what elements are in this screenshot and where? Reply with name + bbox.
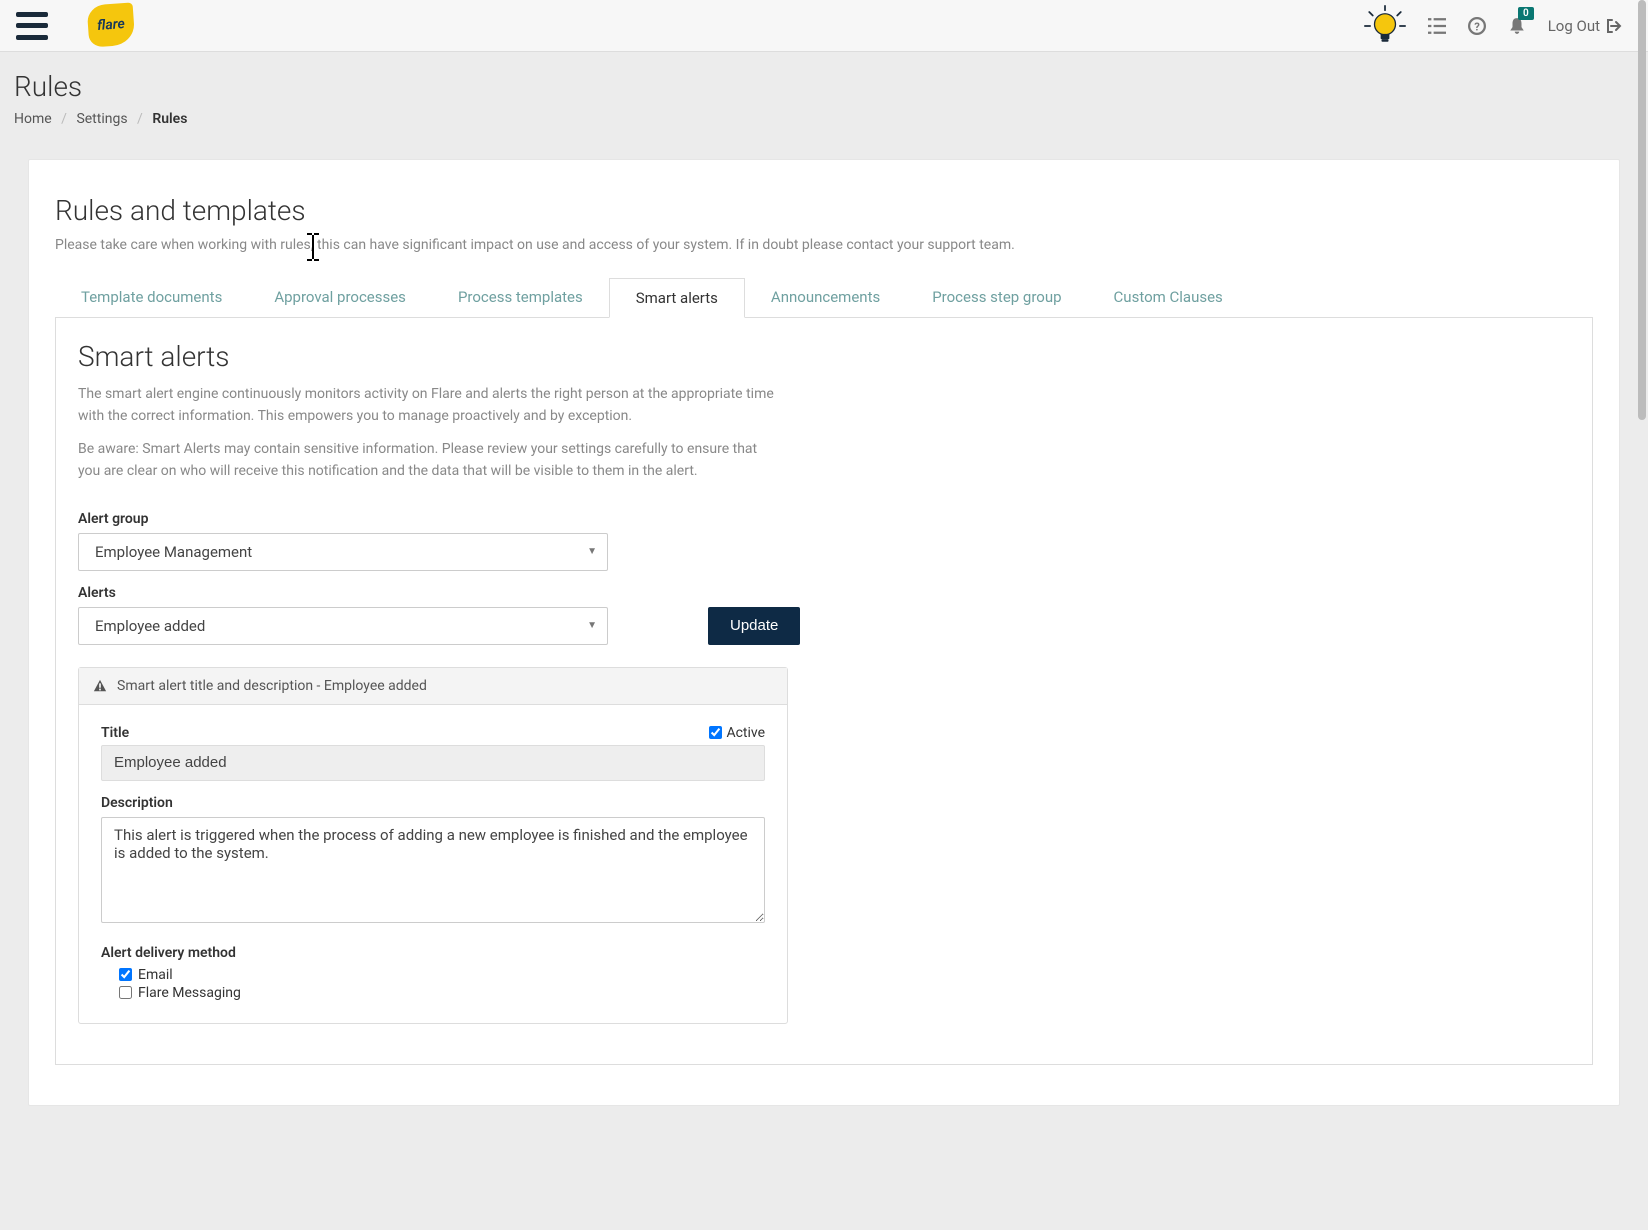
tab-approval-processes[interactable]: Approval processes [248,278,432,317]
email-label: Email [138,967,173,983]
notification-badge: 0 [1518,7,1534,20]
alerts-select[interactable]: Employee added ▼ [78,607,608,645]
flare-logo[interactable]: flare [88,4,138,48]
tabs: Template documents Approval processes Pr… [55,278,1593,318]
tab-custom-clauses[interactable]: Custom Clauses [1088,278,1249,317]
description-textarea[interactable] [101,817,765,923]
tab-process-step-group[interactable]: Process step group [906,278,1087,317]
page-title: Rules [14,70,1634,103]
warning-icon [93,679,107,693]
logout-button[interactable]: Log Out [1548,17,1622,35]
messaging-checkbox[interactable] [119,986,132,999]
breadcrumb-settings[interactable]: Settings [76,111,127,127]
top-header: flare ? 0 Log Out [0,0,1648,52]
tab-smart-alerts[interactable]: Smart alerts [609,278,745,318]
title-label: Title [101,725,129,741]
update-button[interactable]: Update [708,607,800,645]
logo-text: flare [97,16,126,34]
svg-text:?: ? [1474,20,1480,33]
section-para-2: Be aware: Smart Alerts may contain sensi… [78,438,778,483]
tab-process-templates[interactable]: Process templates [432,278,609,317]
delivery-label: Alert delivery method [101,945,765,961]
panel-head-text: Smart alert title and description - Empl… [117,678,427,694]
alerts-value: Employee added [95,617,205,635]
bell-icon[interactable]: 0 [1508,17,1526,35]
menu-hamburger-icon[interactable] [16,12,48,40]
title-input[interactable] [101,745,765,781]
messaging-label: Flare Messaging [138,985,241,1001]
breadcrumb-current: Rules [152,111,187,127]
breadcrumb: Home / Settings / Rules [14,111,1634,127]
description-label: Description [101,795,765,811]
page-head: Rules Home / Settings / Rules [0,52,1648,137]
tab-announcements[interactable]: Announcements [745,278,906,317]
section-title: Smart alerts [78,340,1570,373]
chevron-down-icon: ▼ [587,546,597,557]
tab-template-documents[interactable]: Template documents [55,278,248,317]
rules-card: Rules and templates Please take care whe… [28,159,1620,1106]
alerts-label: Alerts [78,585,608,601]
lightbulb-icon[interactable] [1364,5,1406,47]
section-para-1: The smart alert engine continuously moni… [78,383,778,428]
help-icon[interactable]: ? [1468,17,1486,35]
scrollbar-thumb[interactable] [1638,0,1646,420]
header-actions: ? 0 Log Out [1364,5,1638,47]
logout-label: Log Out [1548,17,1600,35]
card-subtitle: Please take care when working with rules… [55,235,1593,256]
breadcrumb-home[interactable]: Home [14,111,52,127]
panel-head: Smart alert title and description - Empl… [79,668,787,705]
tab-body: Smart alerts The smart alert engine cont… [55,318,1593,1065]
alert-group-label: Alert group [78,511,1570,527]
card-title: Rules and templates [55,194,1593,227]
active-label: Active [726,725,765,741]
email-checkbox[interactable] [119,968,132,981]
alert-group-value: Employee Management [95,543,252,561]
active-checkbox[interactable] [709,726,722,739]
chevron-down-icon: ▼ [587,620,597,631]
list-icon[interactable] [1428,17,1446,35]
alert-group-select[interactable]: Employee Management ▼ [78,533,608,571]
alert-panel: Smart alert title and description - Empl… [78,667,788,1024]
